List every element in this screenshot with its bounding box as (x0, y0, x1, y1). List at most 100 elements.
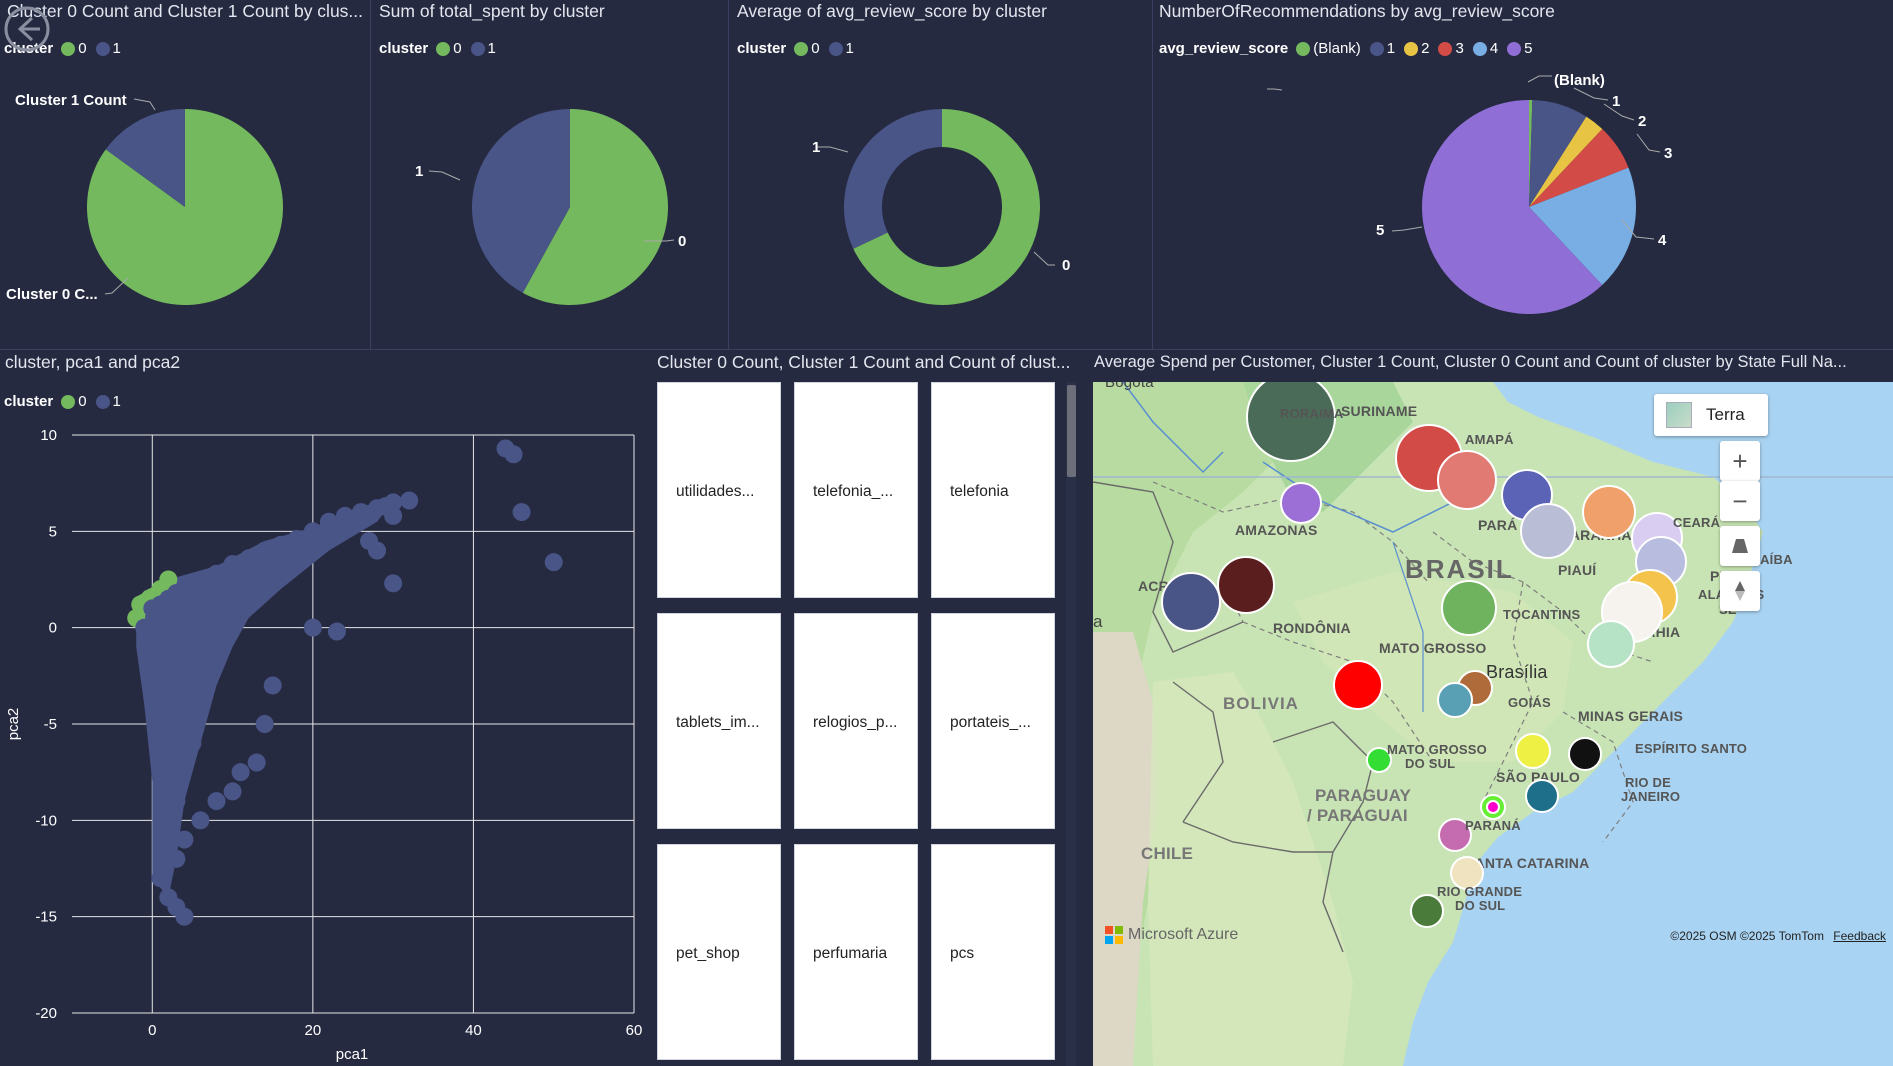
map-bubble[interactable] (1333, 660, 1383, 710)
scatter-point-cluster-1[interactable] (191, 811, 210, 830)
scatter-point-cluster-1[interactable] (384, 506, 403, 525)
scatter-point-cluster-1[interactable] (319, 512, 338, 531)
map-bubble[interactable] (1246, 382, 1336, 462)
feedback-link[interactable]: Feedback (1833, 929, 1886, 943)
map-style-button[interactable]: Terra (1654, 394, 1768, 436)
scatter-point-cluster-1[interactable] (207, 564, 226, 583)
scatter-point-cluster-1[interactable] (512, 503, 531, 522)
panel-recommendations-pie[interactable]: NumberOfRecommendations by avg_review_sc… (1154, 0, 1893, 350)
card-label: portateis_... (950, 714, 1031, 731)
y-tick-label: 0 (49, 620, 57, 637)
map-view[interactable]: Bogotá SURINAME AMAZONAS PARÁ MARANHÃO B… (1093, 382, 1893, 1066)
map-bubble[interactable] (1587, 620, 1635, 668)
map-bubble[interactable] (1280, 482, 1322, 524)
scatter-point-cluster-1[interactable] (247, 753, 266, 772)
category-card[interactable]: perfumaria (794, 844, 918, 1060)
x-tick-label: 60 (626, 1022, 643, 1039)
slice-label-1: 1 (415, 163, 423, 180)
map-bubble[interactable] (1410, 894, 1444, 928)
scatter-point-cluster-1[interactable] (504, 445, 523, 464)
scatter-point-cluster-1[interactable] (271, 535, 290, 554)
scatter-point-cluster-1[interactable] (167, 849, 186, 868)
pie-slice-1[interactable] (844, 109, 942, 249)
scatter-point-cluster-1[interactable] (223, 555, 242, 574)
zoom-in-button[interactable]: + (1720, 441, 1760, 481)
scatter-point-cluster-1[interactable] (352, 503, 371, 522)
category-card[interactable]: tablets_im... (657, 613, 781, 829)
panel-cluster-count-pie[interactable]: Cluster 0 Count and Cluster 1 Count by c… (0, 0, 370, 350)
slice-label-1: 1 (812, 139, 820, 156)
scatter-point-cluster-1[interactable] (303, 618, 322, 637)
slice-label-0: 0 (678, 233, 686, 250)
map-bubble[interactable] (1515, 733, 1551, 769)
category-card[interactable]: pet_shop (657, 844, 781, 1060)
y-tick-label: -5 (44, 716, 57, 733)
map-bubble[interactable] (1525, 779, 1559, 813)
scatter-point-cluster-1[interactable] (135, 618, 154, 637)
category-card[interactable]: utilidades... (657, 382, 781, 598)
slice-label-cluster1: Cluster 1 Count (15, 92, 127, 109)
leader-line (1033, 251, 1055, 266)
map-bubble[interactable] (1582, 485, 1636, 539)
map-bubble[interactable] (1437, 450, 1497, 510)
scatter-point-cluster-1[interactable] (223, 782, 242, 801)
scatter-point-cluster-1[interactable] (335, 506, 354, 525)
panel-total-spent-pie[interactable]: Sum of total_spent by cluster cluster 0 … (372, 0, 728, 350)
scatter-point-cluster-1[interactable] (368, 541, 387, 560)
map-label: RIO GRANDE (1437, 884, 1523, 899)
map-bubble[interactable] (1217, 556, 1275, 614)
card-label: telefonia (950, 483, 1009, 500)
map-label: RORAIMA (1280, 406, 1344, 421)
back-arrow-icon[interactable] (2, 4, 52, 54)
scatter-point-cluster-1[interactable] (384, 574, 403, 593)
scrollbar-track[interactable] (1066, 382, 1076, 1066)
scatter-point-cluster-1[interactable] (303, 522, 322, 541)
scatter-point-cluster-1[interactable] (151, 869, 170, 888)
scatter-point-cluster-1[interactable] (287, 530, 306, 549)
scatter-point-cluster-1[interactable] (207, 792, 226, 811)
scatter-point-cluster-1[interactable] (239, 549, 258, 568)
scatter-point-cluster-1[interactable] (231, 763, 250, 782)
scatter-point-cluster-1[interactable] (159, 811, 178, 830)
panel-category-cards[interactable]: Cluster 0 Count, Cluster 1 Count and Cou… (652, 351, 1084, 1066)
scatter-point-cluster-1[interactable] (263, 676, 282, 695)
scrollbar-thumb[interactable] (1067, 385, 1076, 477)
category-card[interactable]: relogios_p... (794, 613, 918, 829)
scatter-point-cluster-1[interactable] (183, 734, 202, 753)
map-bubble[interactable] (1437, 682, 1473, 718)
category-card[interactable]: portateis_... (931, 613, 1055, 829)
map-bubble[interactable] (1486, 800, 1500, 814)
map-bubble[interactable] (1520, 503, 1576, 559)
zoom-out-button[interactable]: − (1720, 481, 1760, 521)
map-bubbles (1161, 382, 1687, 928)
scatter-point-cluster-1[interactable] (191, 572, 210, 591)
compass-button[interactable] (1720, 571, 1760, 611)
scatter-point-cluster-1[interactable] (191, 695, 210, 714)
map-bubble[interactable] (1441, 580, 1497, 636)
map-label: JANEIRO (1621, 789, 1681, 804)
category-card[interactable]: telefonia (931, 382, 1055, 598)
panel-brazil-map[interactable]: Average Spend per Customer, Cluster 1 Co… (1086, 351, 1893, 1066)
scatter-point-cluster-1[interactable] (400, 491, 419, 510)
panel-pca-scatter[interactable]: cluster, pca1 and pca2 cluster 0 1 -20 -1… (0, 351, 650, 1066)
panel-review-score-donut[interactable]: Average of avg_review_score by cluster c… (730, 0, 1152, 350)
card-label: utilidades... (676, 483, 755, 500)
map-label: CEARÁ (1673, 515, 1721, 530)
map-bubble[interactable] (1568, 737, 1602, 771)
leader-line (428, 170, 461, 181)
scatter-point-cluster-1[interactable] (255, 541, 274, 560)
category-card[interactable]: pcs (931, 844, 1055, 1060)
slice-label-cluster0: Cluster 0 C... (6, 286, 98, 303)
scatter-point-cluster-1[interactable] (327, 622, 346, 641)
scatter-point-cluster-1[interactable] (175, 907, 194, 926)
scatter-point-cluster-1[interactable] (167, 792, 186, 811)
scatter-point-cluster-1[interactable] (255, 715, 274, 733)
leader-line (1391, 226, 1423, 232)
leader-line (1573, 87, 1609, 101)
map-bubble[interactable] (1161, 572, 1221, 632)
scatter-point-cluster-1[interactable] (175, 830, 194, 849)
map-label: MATO GROSSO (1387, 742, 1487, 757)
pitch-button[interactable] (1720, 526, 1760, 566)
category-card[interactable]: telefonia_... (794, 382, 918, 598)
scatter-point-cluster-1[interactable] (544, 553, 563, 572)
